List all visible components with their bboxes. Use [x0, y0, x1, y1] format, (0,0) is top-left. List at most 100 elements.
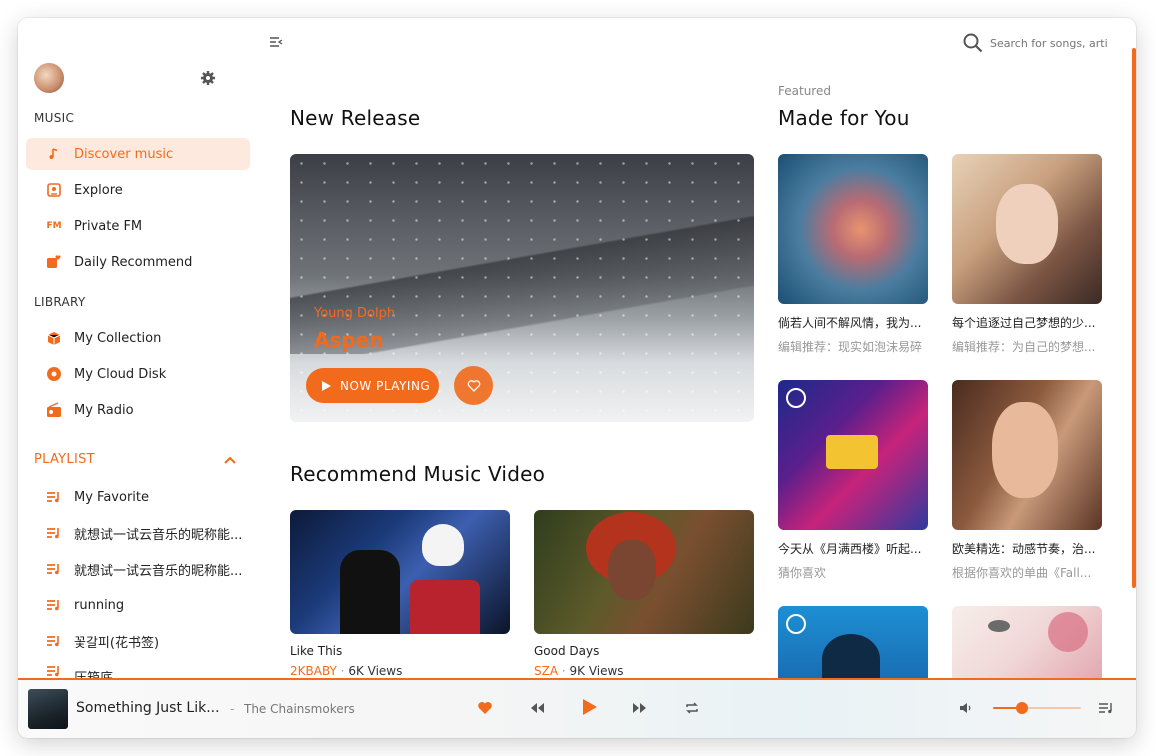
avatar[interactable] — [34, 63, 64, 93]
video-title[interactable]: Like This — [290, 644, 342, 658]
video-views: 9K Views — [569, 664, 624, 678]
repeat-icon[interactable] — [682, 698, 702, 718]
play-icon[interactable] — [576, 694, 602, 720]
now-playing-label: NOW PLAYING — [340, 378, 431, 393]
heart-outline-icon — [467, 379, 481, 393]
playlist-item[interactable]: 꽃갈피(花书签) — [26, 625, 250, 657]
album-art[interactable] — [28, 689, 68, 729]
playlist-label: 压箱底 — [74, 667, 113, 678]
player-bar: Something Just Lik... - The Chainsmokers — [18, 678, 1136, 738]
sidebar-item-label: My Collection — [74, 330, 162, 346]
video-thumbnail[interactable] — [534, 510, 754, 634]
like-button[interactable] — [454, 366, 493, 405]
made-for-you-title: Made for You — [778, 106, 910, 130]
music-section-title: MUSIC — [34, 111, 75, 125]
track-artist[interactable]: The Chainsmokers — [244, 702, 355, 716]
explore-icon — [44, 180, 64, 200]
video-artist[interactable]: SZA — [534, 664, 558, 678]
library-section-title: LIBRARY — [34, 295, 86, 309]
dark-mode-icon[interactable] — [226, 68, 246, 88]
playlist-item[interactable]: 就想试一试云音乐的昵称能... — [26, 517, 250, 549]
sidebar: MUSIC Discover music Explore FM Private … — [18, 18, 262, 678]
volume-knob[interactable] — [1016, 702, 1029, 714]
sidebar-item-my-collection[interactable]: My Collection — [26, 322, 250, 354]
playlist-section-title: PLAYLIST — [34, 452, 95, 467]
cover-image — [778, 154, 928, 304]
queue-icon[interactable] — [1096, 698, 1116, 718]
playlist-item[interactable]: My Favorite — [26, 481, 250, 513]
scrollbar[interactable] — [1132, 48, 1136, 588]
playlist-cover[interactable] — [952, 380, 1102, 530]
chevron-up-icon[interactable] — [220, 450, 240, 470]
gear-icon[interactable] — [198, 68, 218, 88]
featured-label: Featured — [778, 84, 831, 98]
volume-icon[interactable] — [956, 698, 976, 718]
playlist-icon — [44, 595, 64, 615]
playlist-icon — [44, 559, 64, 579]
playlist-label: 꽃갈피(花书签) — [74, 635, 160, 651]
video-views: 6K Views — [348, 664, 403, 678]
playlist-label: 就想试一试云音乐的昵称能... — [74, 563, 243, 579]
playlist-cover[interactable] — [952, 606, 1102, 678]
app-window: MUSIC Discover music Explore FM Private … — [18, 18, 1136, 738]
sidebar-item-label: Discover music — [74, 146, 174, 162]
playlist-cover[interactable] — [778, 154, 928, 304]
video-title[interactable]: Good Days — [534, 644, 599, 658]
box-icon — [44, 328, 64, 348]
playlist-title[interactable]: 倘若人间不解风情，我为... — [778, 314, 928, 331]
new-release-banner[interactable]: Young Dolph Aspen NOW PLAYING — [290, 154, 754, 422]
playlist-label: running — [74, 597, 125, 613]
playlist-title[interactable]: 每个追逐过自己梦想的少... — [952, 314, 1102, 331]
face-shape — [992, 402, 1058, 498]
heart-icon[interactable] — [475, 698, 495, 718]
playlist-subtitle: 编辑推荐：为自己的梦想... — [952, 340, 1096, 354]
face-shape — [608, 540, 656, 600]
previous-track-icon[interactable] — [527, 698, 547, 718]
sidebar-item-label: Explore — [74, 182, 123, 198]
new-release-title: New Release — [290, 106, 421, 130]
sidebar-item-private-fm[interactable]: FM Private FM — [26, 210, 250, 242]
banner-artist[interactable]: Young Dolph — [314, 306, 395, 321]
playlist-item[interactable]: running — [26, 589, 250, 621]
mtv-badge — [826, 435, 878, 469]
playlist-cover[interactable] — [778, 380, 928, 530]
sidebar-item-explore[interactable]: Explore — [26, 174, 250, 206]
masked-figure — [422, 524, 464, 566]
sidebar-item-my-radio[interactable]: My Radio — [26, 394, 250, 426]
playlist-cover[interactable] — [778, 606, 928, 678]
recommend-mv-title: Recommend Music Video — [290, 462, 546, 486]
video-thumbnail[interactable] — [290, 510, 510, 634]
music-note-icon — [44, 144, 64, 164]
sidebar-item-label: Private FM — [74, 218, 143, 234]
track-title[interactable]: Something Just Lik... — [76, 700, 220, 716]
video-meta: SZA · 9K Views — [534, 664, 624, 678]
netease-logo-icon — [786, 614, 806, 634]
fm-icon: FM — [46, 221, 62, 231]
now-playing-button[interactable]: NOW PLAYING — [306, 368, 439, 403]
playlist-label: My Favorite — [74, 489, 149, 505]
playlist-icon — [44, 487, 64, 507]
main-content: New Release Young Dolph Aspen NOW PLAYIN… — [262, 18, 1132, 678]
meta-separator: · — [558, 664, 570, 678]
sidebar-item-discover-music[interactable]: Discover music — [26, 138, 250, 170]
banner-title[interactable]: Aspen — [314, 328, 384, 352]
volume-slider[interactable] — [993, 702, 1081, 714]
sidebar-item-daily-recommend[interactable]: Daily Recommend — [26, 246, 250, 278]
bird-shape — [988, 620, 1010, 632]
artist-separator: - — [230, 702, 235, 716]
playlist-title[interactable]: 欧美精选：动感节奏，治... — [952, 540, 1102, 557]
playlist-subtitle: 猜你喜欢 — [778, 566, 827, 580]
playlist-cover[interactable] — [952, 154, 1102, 304]
playlist-icon — [44, 661, 64, 678]
sidebar-item-my-cloud-disk[interactable]: My Cloud Disk — [26, 358, 250, 390]
calendar-heart-icon — [44, 252, 64, 272]
playlist-icon — [44, 631, 64, 651]
playlist-title[interactable]: 今天从《月满西楼》听起... — [778, 540, 928, 557]
playlist-label: 就想试一试云音乐的昵称能... — [74, 527, 243, 543]
face-shape — [996, 184, 1058, 264]
next-track-icon[interactable] — [630, 698, 650, 718]
playlist-item[interactable]: 压箱底 — [26, 661, 250, 678]
playlist-item[interactable]: 就想试一试云音乐的昵称能... — [26, 553, 250, 585]
video-artist[interactable]: 2KBABY — [290, 664, 337, 678]
netease-logo-icon — [786, 388, 806, 408]
